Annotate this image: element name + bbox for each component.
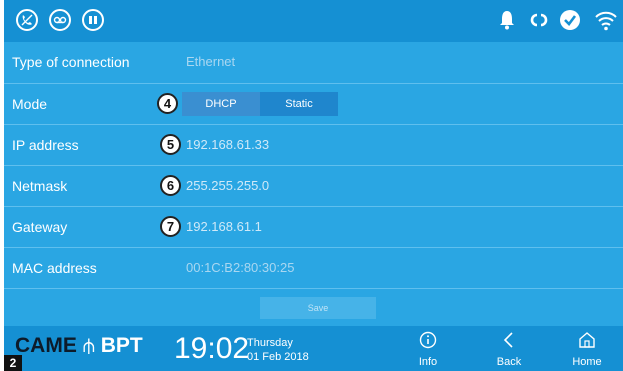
link-icon[interactable] <box>528 11 550 34</box>
brand-logo: CAME ⫛ BPT <box>15 334 143 357</box>
clock-date: 01 Feb 2018 <box>247 351 309 363</box>
check-icon[interactable] <box>559 9 581 36</box>
network-settings-list: Type of connection Ethernet Mode 4 DHCP … <box>4 42 623 288</box>
mac-address-value: 00:1C:B2:80:30:25 <box>186 260 295 275</box>
row-mode: Mode 4 DHCP Static <box>4 83 623 124</box>
row-label: Netmask <box>12 178 68 194</box>
row-label: Gateway <box>12 219 68 235</box>
wifi-icon[interactable] <box>594 9 618 36</box>
figure-badge: 2 <box>4 355 22 371</box>
screen-frame: Type of connection Ethernet Mode 4 DHCP … <box>0 0 623 371</box>
clock-day: Thursday <box>247 337 293 349</box>
info-icon <box>419 331 437 349</box>
status-bar <box>4 0 623 42</box>
callout-marker: 7 <box>160 216 181 237</box>
ip-address-field[interactable]: 192.168.61.33 <box>186 137 269 152</box>
callout-marker: 6 <box>160 175 181 196</box>
netmask-field[interactable]: 255.255.255.0 <box>186 178 269 193</box>
nav-label: Home <box>572 356 602 368</box>
nav-label: Back <box>496 356 522 368</box>
nav-label: Info <box>418 356 438 368</box>
phone-mute-icon[interactable] <box>16 9 38 31</box>
pause-icon[interactable] <box>82 9 104 31</box>
row-mac-address: MAC address 00:1C:B2:80:30:25 <box>4 247 623 288</box>
bell-icon[interactable] <box>499 10 515 35</box>
row-netmask[interactable]: Netmask 6 255.255.255.0 <box>4 165 623 206</box>
callout-marker: 4 <box>157 93 178 114</box>
mode-static-button[interactable]: Static <box>260 92 338 116</box>
back-arrow-icon <box>503 332 513 348</box>
row-label: MAC address <box>12 260 97 276</box>
nav-back-button[interactable]: Back <box>479 331 539 368</box>
row-label: IP address <box>12 137 79 153</box>
home-icon <box>579 332 595 348</box>
row-label: Type of connection <box>12 54 130 70</box>
save-bar: Save <box>4 288 623 326</box>
connection-type-value: Ethernet <box>186 54 236 69</box>
mode-dhcp-button[interactable]: DHCP <box>182 92 260 116</box>
save-button[interactable]: Save <box>260 297 376 319</box>
row-label: Mode <box>12 96 48 112</box>
nav-info-button[interactable]: Info <box>398 331 458 368</box>
row-gateway[interactable]: Gateway 7 192.168.61.1 <box>4 206 623 247</box>
voicemail-icon[interactable] <box>49 9 71 31</box>
gateway-field[interactable]: 192.168.61.1 <box>186 219 262 234</box>
row-type-of-connection: Type of connection Ethernet <box>4 42 623 83</box>
row-ip-address[interactable]: IP address 5 192.168.61.33 <box>4 124 623 165</box>
clock-time: 19:02 <box>174 332 250 365</box>
callout-marker: 5 <box>160 134 181 155</box>
bottom-bar: CAME ⫛ BPT 19:02 Thursday 01 Feb 2018 Info… <box>4 326 623 371</box>
nav-home-button[interactable]: Home <box>557 331 617 368</box>
